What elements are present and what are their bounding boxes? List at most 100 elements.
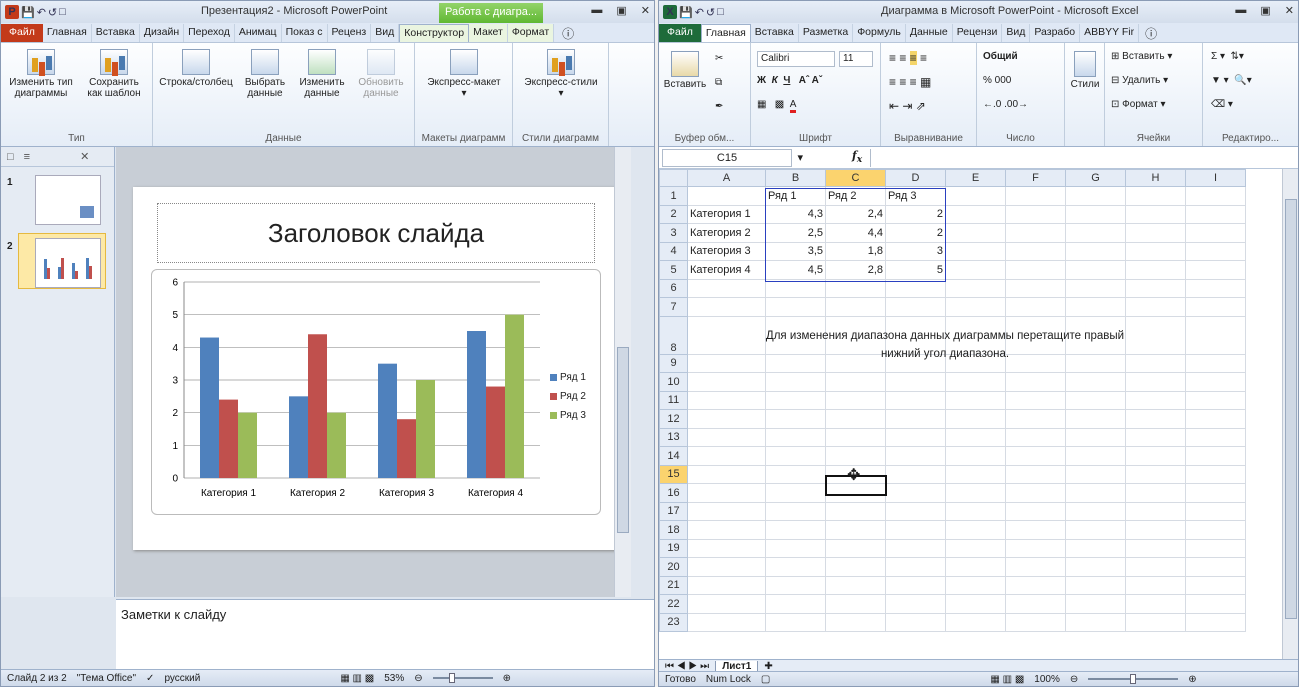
col-header-b[interactable]: B (765, 169, 826, 187)
cell[interactable] (1005, 446, 1066, 466)
cell[interactable] (1005, 278, 1066, 298)
col-header-h[interactable]: H (1125, 169, 1186, 187)
vertical-align-buttons[interactable]: ≡ ≡ ≡ ≡ (889, 51, 927, 65)
cell[interactable] (1125, 483, 1186, 503)
tab-developer[interactable]: Разрабо (1030, 24, 1081, 42)
cell[interactable] (1185, 315, 1246, 355)
tab-formulas[interactable]: Формуль (853, 24, 906, 42)
language-indicator[interactable]: русский (164, 673, 200, 684)
select-all-corner[interactable] (659, 169, 688, 187)
row-header[interactable]: 22 (659, 594, 688, 614)
cell[interactable] (1065, 594, 1126, 614)
cell[interactable] (1185, 353, 1246, 373)
cell[interactable] (1185, 297, 1246, 317)
cell[interactable] (687, 520, 766, 540)
undo-icon[interactable]: ↶ (695, 6, 704, 19)
powerpoint-app-icon[interactable]: P (5, 5, 19, 19)
cell[interactable] (825, 557, 886, 577)
zoom-in-icon[interactable]: ⊕ (503, 673, 511, 684)
cell[interactable] (1185, 446, 1246, 466)
cell[interactable] (945, 186, 1006, 206)
cell[interactable] (1185, 260, 1246, 280)
cell[interactable] (885, 594, 946, 614)
row-header[interactable]: 21 (659, 575, 688, 595)
cell[interactable] (687, 427, 766, 447)
cell[interactable] (1125, 538, 1186, 558)
tab-data[interactable]: Данные (906, 24, 953, 42)
change-chart-type-button[interactable]: Изменить тип диаграммы (5, 49, 77, 99)
view-buttons-icon[interactable]: ▦ ▥ ▩ (990, 674, 1024, 685)
col-header-i[interactable]: I (1185, 169, 1246, 187)
cell[interactable] (1005, 186, 1066, 206)
tab-abbyy[interactable]: ABBYY Fir (1080, 24, 1140, 42)
cell[interactable] (945, 594, 1006, 614)
cell[interactable] (825, 575, 886, 595)
cell[interactable] (687, 353, 766, 373)
row-header[interactable]: 20 (659, 557, 688, 577)
slide-title-placeholder[interactable]: Заголовок слайда (157, 203, 595, 263)
excel-app-icon[interactable]: X (663, 5, 677, 19)
decimal-buttons[interactable]: ←.0 .00→ (983, 99, 1028, 110)
cell[interactable] (1125, 297, 1186, 317)
cell[interactable] (1185, 501, 1246, 521)
cell[interactable] (825, 297, 886, 317)
copy-icon[interactable]: ⧉ (715, 77, 722, 88)
cell[interactable] (765, 409, 826, 429)
cell[interactable] (1125, 594, 1186, 614)
row-header[interactable]: 7 (659, 297, 688, 317)
slides-tab-icon[interactable]: □ (7, 151, 14, 163)
cell[interactable] (1185, 612, 1246, 632)
row-header[interactable]: 17 (659, 501, 688, 521)
col-header-g[interactable]: G (1065, 169, 1126, 187)
tab-transitions[interactable]: Переход (184, 24, 235, 42)
cell[interactable] (1005, 297, 1066, 317)
clear-button[interactable]: ⌫ ▾ (1211, 99, 1233, 110)
cell[interactable]: 2 (885, 223, 946, 243)
cell[interactable] (1185, 557, 1246, 577)
cell[interactable] (885, 520, 946, 540)
cell[interactable] (765, 501, 826, 521)
cell[interactable] (945, 446, 1006, 466)
cell[interactable] (1185, 575, 1246, 595)
cell[interactable] (1125, 315, 1186, 355)
cell[interactable] (765, 446, 826, 466)
cell[interactable] (1065, 260, 1126, 280)
cell[interactable] (825, 612, 886, 632)
cell[interactable]: 4,3 (765, 204, 826, 224)
cell[interactable] (687, 446, 766, 466)
cell[interactable] (1125, 557, 1186, 577)
cell[interactable] (687, 557, 766, 577)
tab-animations[interactable]: Анимац (235, 24, 282, 42)
fx-icon[interactable]: fx (852, 149, 862, 165)
cell[interactable] (1185, 538, 1246, 558)
redo-icon[interactable]: ↺ (706, 6, 715, 19)
tab-file[interactable]: Файл (1, 24, 43, 42)
cell[interactable] (1185, 204, 1246, 224)
cell[interactable] (1065, 575, 1126, 595)
cell[interactable] (885, 557, 946, 577)
cell[interactable] (825, 278, 886, 298)
cell[interactable] (1125, 520, 1186, 540)
cell[interactable] (945, 483, 1006, 503)
cell[interactable] (945, 557, 1006, 577)
tab-home[interactable]: Главная (43, 24, 92, 42)
cell[interactable] (1065, 538, 1126, 558)
cell[interactable]: 2,8 (825, 260, 886, 280)
tab-home[interactable]: Главная (700, 24, 751, 42)
horizontal-align-buttons[interactable]: ≡ ≡ ≡ ▦ (889, 75, 931, 89)
cell[interactable] (687, 186, 766, 206)
col-header-e[interactable]: E (945, 169, 1006, 187)
cell[interactable] (687, 538, 766, 558)
close-icon[interactable]: ✕ (641, 4, 650, 17)
indent-orientation-buttons[interactable]: ⇤ ⇥ ⇗ (889, 99, 926, 113)
row-header[interactable]: 4 (659, 241, 688, 261)
cell[interactable] (1005, 594, 1066, 614)
cell[interactable] (1125, 409, 1186, 429)
cell[interactable] (1125, 186, 1186, 206)
quick-layout-button[interactable]: Экспресс-макет ▾ (419, 49, 509, 99)
cell[interactable] (1125, 223, 1186, 243)
cell[interactable] (945, 427, 1006, 447)
scroll-thumb[interactable] (617, 347, 629, 533)
cell[interactable] (1125, 241, 1186, 261)
tab-page-layout[interactable]: Разметка (799, 24, 854, 42)
